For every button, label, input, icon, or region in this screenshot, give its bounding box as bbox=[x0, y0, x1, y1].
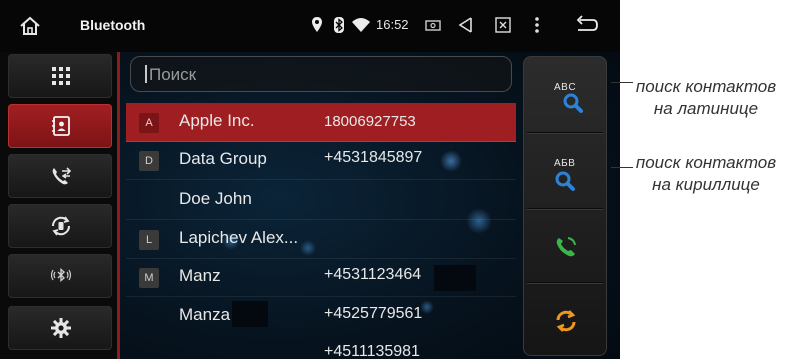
bluetooth-music-icon bbox=[50, 268, 72, 282]
contact-row[interactable]: A Apple Inc. 18006927753 bbox=[126, 103, 516, 142]
search-cyrillic-icon bbox=[555, 171, 575, 191]
index-letter: M bbox=[139, 268, 159, 288]
close-box-icon[interactable] bbox=[492, 14, 514, 36]
bluetooth-screen: Bluetooth 16:52 Поиск A Apple Inc. 18006… bbox=[0, 0, 620, 359]
contact-row[interactable]: Doe John bbox=[126, 181, 516, 220]
sidebar bbox=[0, 52, 120, 359]
status-clock: 16:52 bbox=[376, 17, 409, 32]
contacts-book-icon bbox=[52, 116, 70, 136]
search-latin-icon bbox=[563, 93, 583, 113]
contact-name: Manz bbox=[179, 266, 221, 285]
phone-call-icon bbox=[556, 237, 576, 257]
contact-name: Manza bbox=[179, 305, 231, 324]
screenshot-icon[interactable] bbox=[422, 14, 444, 36]
sidebar-item-settings[interactable] bbox=[8, 306, 112, 350]
annotation-cyrillic: поиск контактов на кириллице bbox=[616, 152, 796, 196]
sync-icon bbox=[556, 310, 576, 332]
annotation-latin: поиск контактов на латинице bbox=[616, 76, 796, 120]
contact-row[interactable]: L Lapichev Alex... bbox=[126, 220, 516, 259]
sidebar-item-phone-sync[interactable] bbox=[8, 204, 112, 248]
wifi-icon bbox=[352, 18, 370, 32]
contact-row[interactable]: M Manz +4531123464 bbox=[126, 258, 516, 297]
sidebar-item-dialpad[interactable] bbox=[8, 54, 112, 98]
contact-phone: +4525779561 bbox=[324, 305, 423, 322]
sidebar-item-contacts[interactable] bbox=[8, 104, 112, 148]
index-letter: D bbox=[139, 151, 159, 171]
redaction-block bbox=[434, 265, 476, 291]
search-latin-button[interactable]: ABC bbox=[527, 60, 603, 133]
contact-name: Doe John bbox=[179, 189, 252, 208]
volume-icon[interactable] bbox=[454, 14, 476, 36]
contact-list: A Apple Inc. 18006927753 D Data Group +4… bbox=[126, 103, 516, 359]
call-log-icon bbox=[52, 167, 72, 185]
contact-name: Data Group bbox=[179, 149, 267, 168]
annotation-cyrillic-line2: на кириллице bbox=[652, 175, 760, 194]
home-icon[interactable] bbox=[17, 13, 43, 39]
location-pin-icon bbox=[312, 17, 322, 32]
contact-phone: +4531123464 bbox=[324, 266, 422, 283]
app-title: Bluetooth bbox=[80, 17, 146, 33]
bluetooth-icon bbox=[334, 17, 344, 33]
search-input[interactable] bbox=[147, 60, 491, 90]
settings-gear-icon bbox=[51, 318, 71, 338]
search-cyrillic-label: АБВ bbox=[554, 158, 576, 169]
contact-row[interactable]: Manza +4525779561 bbox=[126, 297, 516, 335]
action-panel: ABC АБВ bbox=[523, 56, 607, 356]
more-vert-icon[interactable] bbox=[526, 14, 548, 36]
contact-name: Lapichev Alex... bbox=[179, 228, 299, 247]
search-box[interactable] bbox=[130, 56, 512, 92]
index-letter: L bbox=[139, 230, 159, 250]
index-letter: A bbox=[139, 113, 159, 133]
search-cyrillic-button[interactable]: АБВ bbox=[527, 136, 603, 209]
annotation-latin-line1: поиск контактов bbox=[635, 77, 777, 96]
sidebar-divider bbox=[117, 52, 120, 359]
annotation-cyrillic-line1: поиск контактов bbox=[635, 153, 777, 172]
contact-row[interactable]: +4511135981 bbox=[126, 335, 516, 359]
dialpad-icon bbox=[52, 67, 70, 85]
sidebar-item-call-log[interactable] bbox=[8, 154, 112, 198]
sidebar-item-bluetooth-music[interactable] bbox=[8, 254, 112, 298]
status-bar: Bluetooth 16:52 bbox=[0, 0, 620, 52]
redaction-block bbox=[232, 301, 268, 327]
annotation-latin-line2: на латинице bbox=[653, 99, 759, 118]
back-icon[interactable] bbox=[574, 14, 600, 36]
phone-sync-icon bbox=[51, 216, 71, 236]
call-button[interactable] bbox=[527, 210, 603, 283]
sync-button[interactable] bbox=[527, 284, 603, 356]
contact-name: Apple Inc. bbox=[179, 111, 255, 130]
contact-phone: 18006927753 bbox=[324, 113, 416, 130]
contact-phone: +4511135981 bbox=[324, 343, 420, 359]
contact-phone: +4531845897 bbox=[324, 149, 423, 166]
contact-row[interactable]: D Data Group +4531845897 bbox=[126, 141, 516, 180]
